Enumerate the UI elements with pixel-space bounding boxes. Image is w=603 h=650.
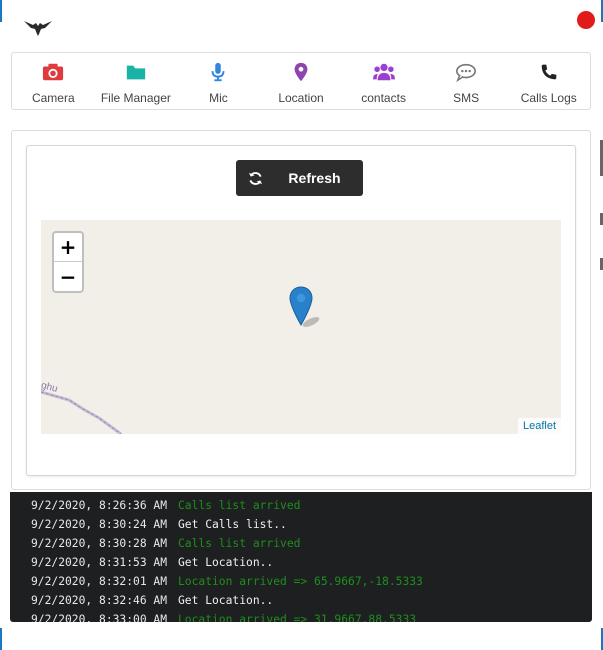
nav-calls-logs-label: Calls Logs — [520, 91, 577, 105]
log-row: 9/2/2020, 8:33:00 AM Location arrived => … — [10, 610, 592, 622]
nav-contacts-label: contacts — [361, 91, 406, 105]
nav-location-label: Location — [278, 91, 324, 105]
log-row: 9/2/2020, 8:30:24 AM Get Calls list.. — [10, 515, 592, 534]
chat-bubble-icon — [456, 63, 477, 82]
log-timestamp: 9/2/2020, 8:26:36 AM — [31, 499, 168, 512]
refresh-icon — [236, 160, 274, 196]
log-row: 9/2/2020, 8:32:46 AM Get Location.. — [10, 591, 592, 610]
connection-status-dot — [577, 11, 595, 29]
folder-icon — [126, 65, 146, 80]
users-icon — [372, 63, 395, 81]
log-message: Get Location.. — [178, 556, 274, 569]
nav-mic[interactable]: Mic — [177, 53, 260, 109]
nav-camera[interactable]: Camera — [12, 53, 95, 109]
nav-contacts[interactable]: contacts — [342, 53, 425, 109]
bird-logo-icon — [24, 18, 52, 36]
log-row: 9/2/2020, 8:32:01 AM Location arrived => … — [10, 572, 592, 591]
log-timestamp: 9/2/2020, 8:32:01 AM — [31, 575, 168, 588]
window-edge-left-bottom — [0, 628, 2, 650]
log-message: Calls list arrived — [178, 537, 301, 550]
refresh-button[interactable]: Refresh — [236, 160, 363, 196]
nav-mic-label: Mic — [209, 91, 228, 105]
nav-sms[interactable]: SMS — [425, 53, 508, 109]
log-message: Location arrived => 31.9667,88.5333 — [178, 613, 417, 622]
log-timestamp: 9/2/2020, 8:31:53 AM — [31, 556, 168, 569]
refresh-label: Refresh — [288, 170, 341, 186]
nav-camera-label: Camera — [31, 91, 75, 105]
map-zoom-control: + − — [52, 231, 84, 293]
location-map[interactable]: ghu + − Leaflet — [41, 220, 561, 434]
log-row: 9/2/2020, 8:31:53 AM Get Location.. — [10, 553, 592, 572]
log-message: Get Calls list.. — [178, 518, 287, 531]
log-message: Location arrived => 65.9667,-18.5333 — [178, 575, 423, 588]
map-pin-icon[interactable] — [289, 286, 329, 328]
map-marker-icon — [294, 62, 308, 82]
feature-toolbar: Camera File Manager Mic Location contact… — [11, 52, 591, 110]
log-timestamp: 9/2/2020, 8:30:24 AM — [31, 518, 168, 531]
window-edge-left — [0, 0, 2, 22]
log-message: Calls list arrived — [178, 499, 301, 512]
log-timestamp: 9/2/2020, 8:33:00 AM — [31, 613, 168, 622]
nav-sms-label: SMS — [453, 91, 480, 105]
zoom-out-button[interactable]: − — [54, 262, 82, 291]
log-row: 9/2/2020, 8:26:36 AM Calls list arrived — [10, 496, 592, 515]
nav-file-manager-label: File Manager — [100, 91, 171, 105]
microphone-icon — [212, 62, 225, 82]
log-timestamp: 9/2/2020, 8:32:46 AM — [31, 594, 168, 607]
zoom-in-button[interactable]: + — [54, 233, 82, 262]
nav-location[interactable]: Location — [260, 53, 343, 109]
log-row: 9/2/2020, 8:30:28 AM Calls list arrived — [10, 534, 592, 553]
log-console: 9/2/2020, 8:26:36 AM Calls list arrived 9/… — [10, 492, 592, 622]
log-timestamp: 9/2/2020, 8:30:28 AM — [31, 537, 168, 550]
nav-file-manager[interactable]: File Manager — [95, 53, 178, 109]
map-attribution-link[interactable]: Leaflet — [517, 418, 561, 434]
log-message: Get Location.. — [178, 594, 274, 607]
nav-calls-logs[interactable]: Calls Logs — [507, 53, 590, 109]
camera-icon — [43, 63, 64, 81]
phone-icon — [541, 64, 557, 80]
